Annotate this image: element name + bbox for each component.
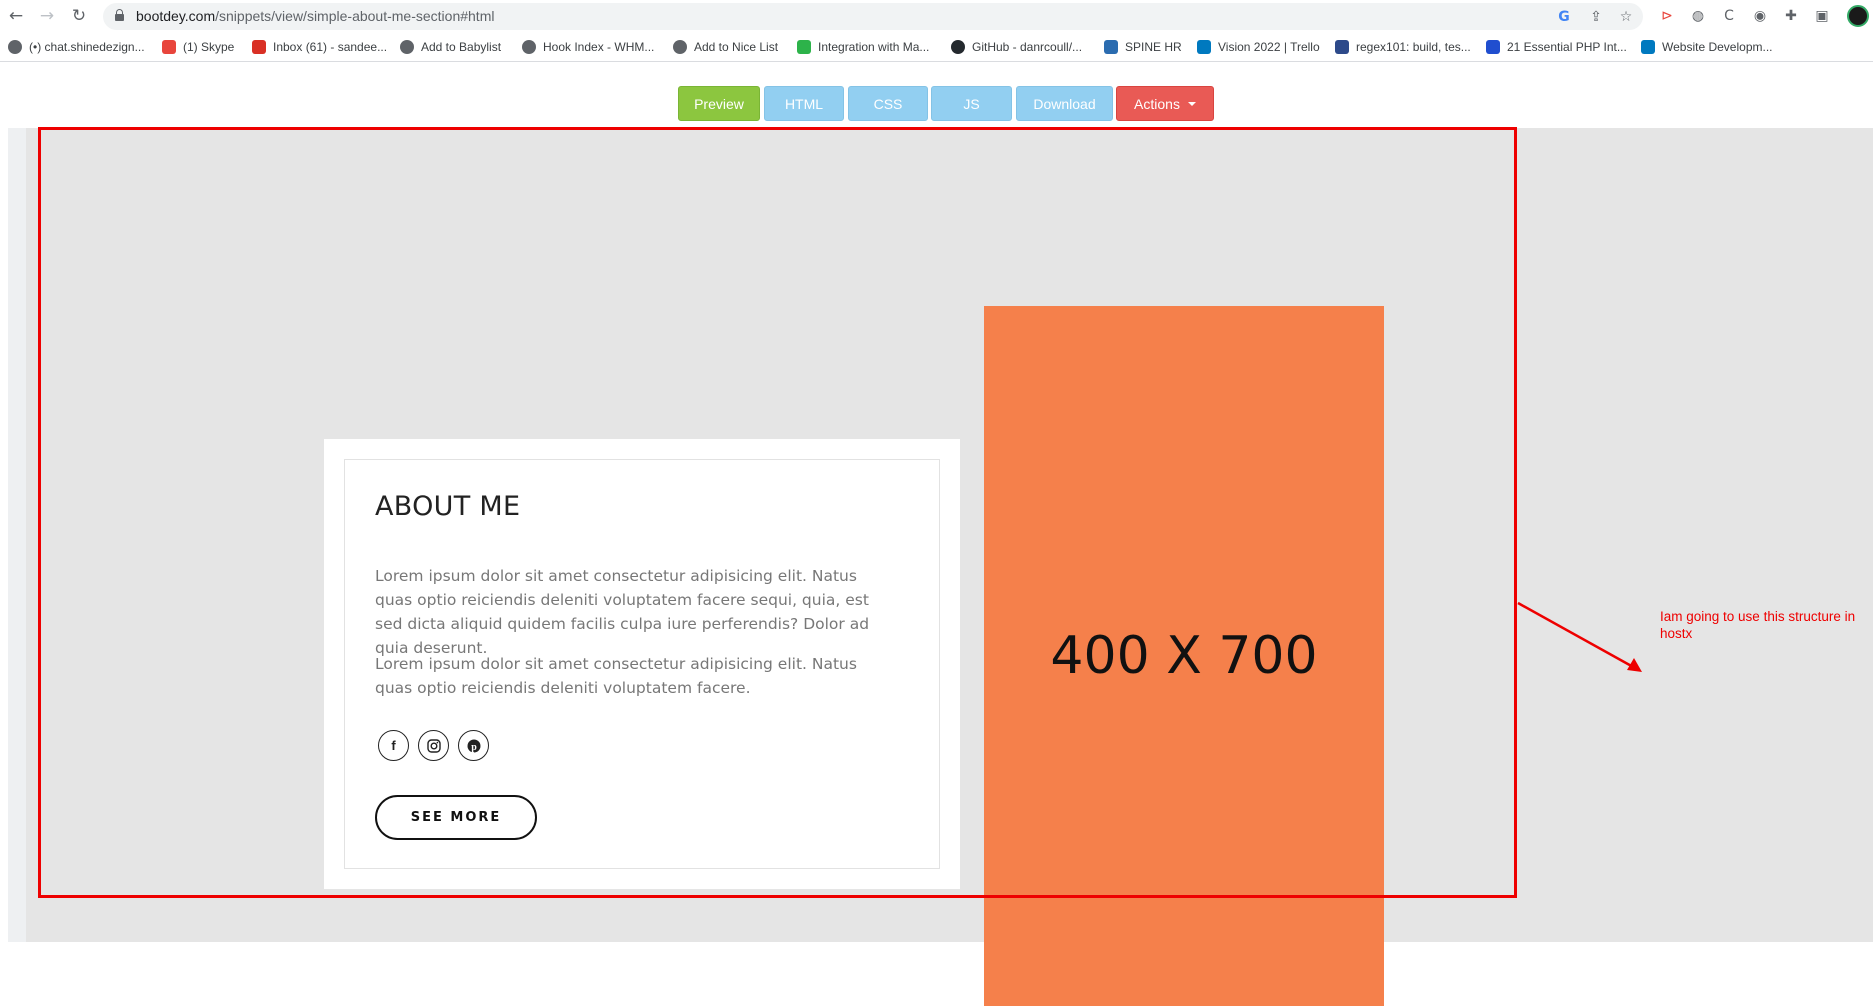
bookmark-label: regex101: build, tes...: [1356, 40, 1471, 54]
lock-icon: [115, 9, 124, 21]
globe-icon: [673, 40, 687, 54]
js-button[interactable]: JS: [931, 86, 1012, 121]
bookmark-label: Hook Index - WHM...: [543, 40, 655, 54]
bookmark-label: Inbox (61) - sandee...: [273, 40, 388, 54]
extension-red-icon[interactable]: ⊳: [1657, 6, 1677, 26]
bookmark-item[interactable]: (1) Skype: [162, 38, 234, 56]
annotation-arrow-icon: [1517, 601, 1642, 672]
back-arrow-icon[interactable]: ←: [4, 4, 28, 28]
browser-toolbar: ← → ↻ bootdey.com/snippets/view/simple-a…: [0, 0, 1873, 32]
bookmark-label: Add to Babylist: [421, 40, 502, 54]
trello-icon: [1197, 40, 1211, 54]
bookmark-item[interactable]: 21 Essential PHP Int...: [1486, 38, 1627, 56]
forward-arrow-icon[interactable]: →: [35, 4, 59, 28]
bookmark-star-icon[interactable]: ☆: [1617, 8, 1635, 26]
globe-icon: [8, 40, 22, 54]
gmail-icon: [252, 40, 266, 54]
annotation-box: [38, 127, 1517, 898]
github-icon: [951, 40, 965, 54]
side-panel-icon[interactable]: ▣: [1812, 6, 1832, 26]
actions-dropdown-button[interactable]: Actions: [1116, 86, 1214, 121]
address-bar[interactable]: bootdey.com/snippets/view/simple-about-m…: [103, 3, 1643, 30]
bookmark-label: Integration with Ma...: [818, 40, 930, 54]
check-icon: [797, 40, 811, 54]
actions-label: Actions: [1134, 95, 1180, 112]
bookmark-item[interactable]: SPINE HR: [1104, 38, 1182, 56]
puzzle-icon[interactable]: ✚: [1781, 6, 1801, 26]
share-icon[interactable]: ⇪: [1587, 8, 1605, 26]
download-button[interactable]: Download: [1016, 86, 1113, 121]
globe-icon: [400, 40, 414, 54]
bookmark-label: 21 Essential PHP Int...: [1507, 40, 1627, 54]
extension-c-icon[interactable]: C: [1719, 6, 1739, 26]
bookmark-item[interactable]: (•) chat.shinedezign...: [8, 38, 145, 56]
profile-avatar[interactable]: [1847, 5, 1869, 27]
caret-down-icon: [1187, 101, 1196, 106]
url-text: bootdey.com/snippets/view/simple-about-m…: [136, 8, 495, 24]
reload-icon[interactable]: ↻: [67, 4, 91, 28]
google-icon[interactable]: G: [1555, 8, 1573, 26]
globe-icon: [522, 40, 536, 54]
spine-icon: [1104, 40, 1118, 54]
bookmark-item[interactable]: regex101: build, tes...: [1335, 38, 1471, 56]
html-button[interactable]: HTML: [764, 86, 844, 121]
camera-icon[interactable]: ◉: [1750, 6, 1770, 26]
bookmark-item[interactable]: GitHub - danrcoull/...: [951, 38, 1082, 56]
snippet-toolbar: Preview HTML CSS JS Download Actions: [8, 78, 1873, 128]
left-gutter: [8, 128, 26, 942]
bookmark-label: (•) chat.shinedezign...: [29, 40, 145, 54]
bookmark-item[interactable]: Add to Babylist: [400, 38, 501, 56]
regex-icon: [1335, 40, 1349, 54]
bookmark-label: GitHub - danrcoull/...: [972, 40, 1083, 54]
bookmark-item[interactable]: Inbox (61) - sandee...: [252, 38, 387, 56]
bookmark-item[interactable]: Add to Nice List: [673, 38, 778, 56]
bookmark-label: Vision 2022 | Trello: [1218, 40, 1320, 54]
bookmark-item[interactable]: Integration with Ma...: [797, 38, 929, 56]
bookmark-label: Add to Nice List: [694, 40, 779, 54]
bookmark-label: Website Developm...: [1662, 40, 1773, 54]
trello-icon: [1641, 40, 1655, 54]
bookmark-item[interactable]: Website Developm...: [1641, 38, 1773, 56]
bookmarks-bar: (•) chat.shinedezign... (1) Skype Inbox (6…: [0, 32, 1873, 62]
bookmark-item[interactable]: Hook Index - WHM...: [522, 38, 654, 56]
bookmark-label: (1) Skype: [183, 40, 235, 54]
toptal-icon: [1486, 40, 1500, 54]
skype-icon: [162, 40, 176, 54]
css-button[interactable]: CSS: [848, 86, 928, 121]
preview-button[interactable]: Preview: [678, 86, 760, 121]
bookmark-item[interactable]: Vision 2022 | Trello: [1197, 38, 1320, 56]
bookmark-label: SPINE HR: [1125, 40, 1182, 54]
globe-extension-icon[interactable]: ◍: [1688, 6, 1708, 26]
annotation-note: Iam going to use this structure in hostx: [1660, 609, 1856, 641]
